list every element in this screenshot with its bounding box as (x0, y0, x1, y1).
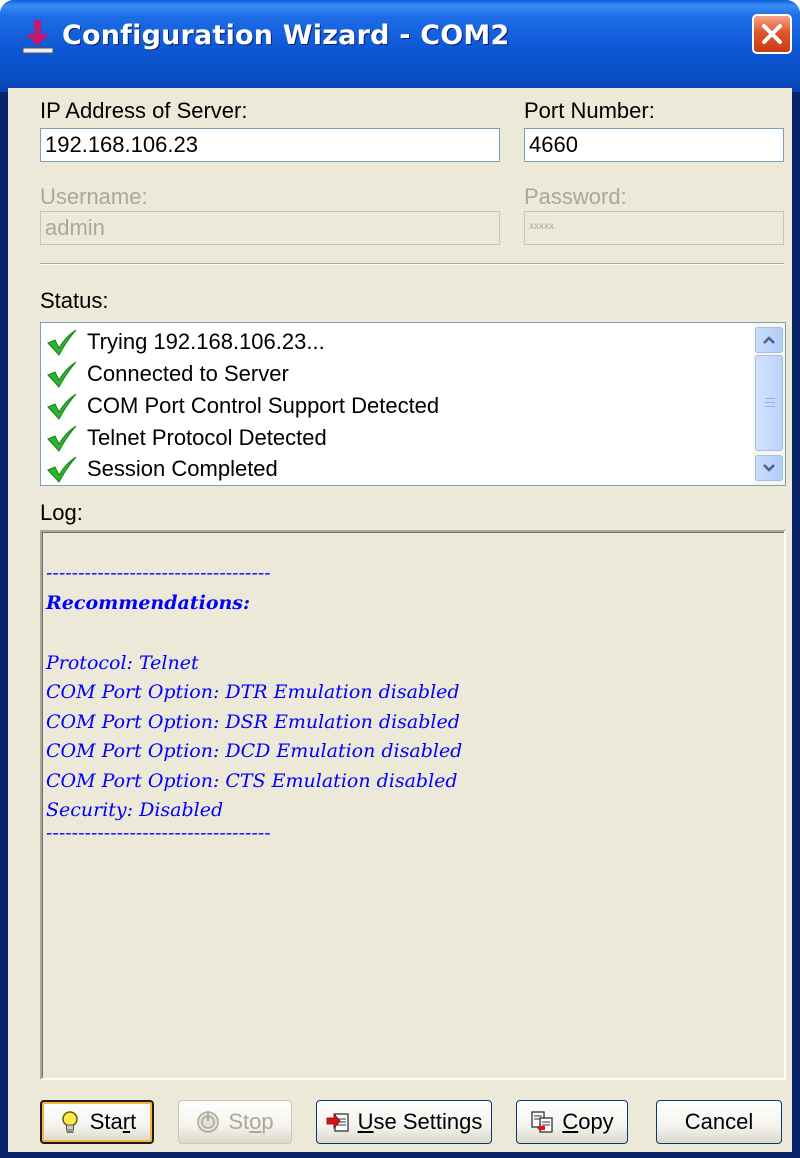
cancel-label: Cancel (684, 1109, 754, 1134)
start-label: Start (89, 1109, 137, 1134)
password-label: Password: (524, 184, 627, 209)
log-line: COM Port Option: DTR Emulation disabled (46, 681, 460, 703)
chevron-up-icon (763, 336, 775, 344)
close-icon (762, 24, 782, 44)
username-label: Username: (40, 184, 148, 209)
status-item: Telnet Protocol Detected (45, 422, 327, 454)
window-title: Configuration Wizard - COM2 (62, 20, 510, 51)
status-item: Session Completed (45, 453, 278, 485)
status-item: Connected to Server (45, 358, 289, 390)
stop-icon (197, 1111, 220, 1133)
log-label: Log: (40, 500, 83, 525)
copy-label: Copy (562, 1109, 614, 1134)
lightbulb-icon (62, 1111, 78, 1133)
title-bar[interactable]: Configuration Wizard - COM2 (0, 0, 800, 92)
check-icon (47, 393, 77, 420)
close-button[interactable] (752, 14, 792, 54)
scroll-up-button[interactable] (755, 327, 783, 353)
stop-button[interactable]: Stop (178, 1100, 292, 1144)
log-line: Security: Disabled (46, 799, 224, 821)
apply-settings-icon (326, 1112, 349, 1132)
status-text: Session Completed (87, 456, 278, 481)
check-icon (47, 329, 77, 356)
chevron-down-icon (763, 464, 775, 472)
log-line: ----------------------------------- (46, 562, 271, 584)
password-input: xxxxx (524, 211, 784, 245)
use-settings-button[interactable]: Use Settings (316, 1100, 492, 1144)
download-arrow-icon (22, 20, 54, 54)
status-list[interactable]: Trying 192.168.106.23... Connected to Se… (40, 322, 786, 486)
start-button[interactable]: Start (40, 1100, 154, 1144)
ip-address-label: IP Address of Server: (40, 98, 248, 123)
configuration-wizard-window: Configuration Wizard - COM2 IP Address o… (0, 0, 800, 1158)
port-number-input[interactable]: 4660 (524, 128, 784, 162)
check-icon (47, 361, 77, 388)
status-label: Status: (40, 288, 109, 313)
use-settings-label: Use Settings (357, 1109, 483, 1134)
stop-label: Stop (228, 1109, 274, 1134)
status-text: COM Port Control Support Detected (87, 393, 440, 418)
username-input: admin (40, 211, 500, 245)
log-line: COM Port Option: DSR Emulation disabled (46, 711, 460, 733)
status-text: Telnet Protocol Detected (87, 425, 327, 450)
log-line: COM Port Option: DCD Emulation disabled (46, 740, 463, 762)
copy-button[interactable]: Copy (516, 1100, 628, 1144)
status-scrollbar[interactable] (753, 323, 785, 485)
scroll-thumb[interactable] (755, 355, 783, 451)
port-number-label: Port Number: (524, 98, 655, 123)
separator (40, 263, 784, 265)
check-icon (47, 456, 77, 483)
dialog-body: IP Address of Server: 192.168.106.23 Por… (8, 88, 792, 1152)
log-line: Protocol: Telnet (46, 652, 199, 674)
log-line: Recommendations: (46, 592, 251, 614)
log-line: ----------------------------------- (46, 822, 271, 844)
status-text: Connected to Server (87, 361, 289, 386)
status-item: Trying 192.168.106.23... (45, 326, 325, 358)
log-area[interactable]: ----------------------------------- Reco… (40, 530, 786, 1080)
copy-icon (531, 1111, 553, 1133)
ip-address-input[interactable]: 192.168.106.23 (40, 128, 500, 162)
status-item: COM Port Control Support Detected (45, 390, 439, 422)
status-text: Trying 192.168.106.23... (87, 329, 325, 354)
log-line: COM Port Option: CTS Emulation disabled (46, 770, 458, 792)
check-icon (47, 425, 77, 452)
cancel-button[interactable]: Cancel (656, 1100, 782, 1144)
scroll-down-button[interactable] (755, 455, 783, 481)
